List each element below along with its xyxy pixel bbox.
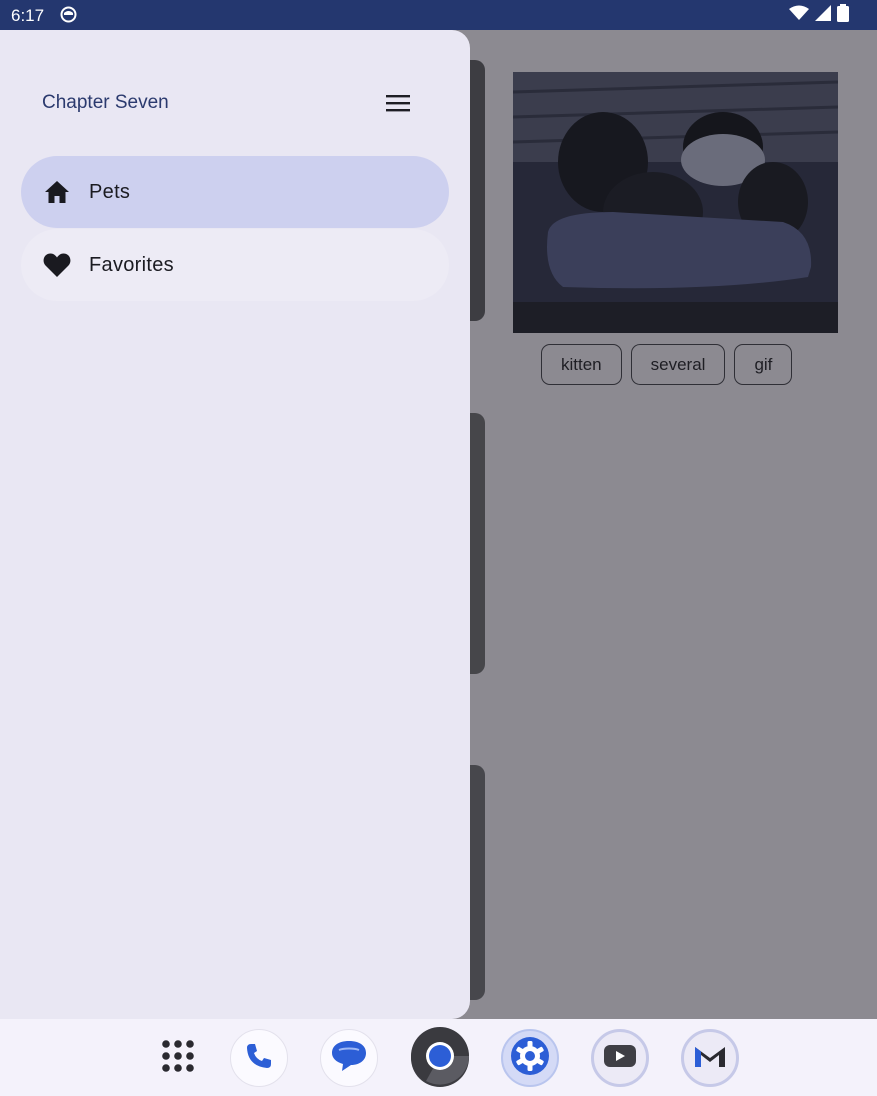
data-saver-icon (60, 6, 77, 23)
pet-image[interactable] (513, 72, 838, 333)
settings-icon (509, 1035, 551, 1082)
tag-chip[interactable]: kitten (541, 344, 622, 385)
drawer-item-favorites[interactable]: Favorites (21, 229, 449, 301)
status-icons (789, 3, 849, 27)
menu-button[interactable] (378, 85, 418, 125)
youtube-icon (603, 1043, 637, 1074)
battery-icon (837, 3, 849, 27)
chrome-icon (411, 1026, 469, 1090)
tag-chip[interactable]: gif (734, 344, 793, 385)
home-icon (43, 178, 71, 206)
phone-app-button[interactable] (230, 1029, 288, 1087)
gmail-icon (693, 1043, 727, 1074)
status-time: 6:17 (11, 6, 45, 25)
phone-icon (244, 1041, 274, 1076)
app-drawer-icon (160, 1038, 196, 1079)
drawer-item-pets[interactable]: Pets (21, 156, 449, 228)
drawer-item-label: Pets (89, 180, 131, 203)
gmail-app-button[interactable] (681, 1029, 739, 1087)
tag-chip[interactable]: several (630, 344, 726, 385)
tag-chips: kitten several gif (541, 344, 793, 385)
wifi-icon (789, 5, 809, 26)
messages-icon (330, 1039, 368, 1078)
navigation-drawer: Chapter Seven Pets Favorites (0, 30, 470, 1019)
status-bar: 6:17 (0, 0, 877, 30)
taskbar (0, 1019, 877, 1096)
menu-icon (386, 94, 410, 117)
drawer-title: Chapter Seven (42, 92, 169, 113)
chrome-app-button[interactable] (411, 1026, 469, 1090)
signal-icon (815, 4, 831, 26)
heart-icon (43, 251, 71, 279)
settings-app-button[interactable] (501, 1029, 559, 1087)
youtube-app-button[interactable] (591, 1029, 649, 1087)
app-drawer-button[interactable] (149, 1029, 207, 1087)
drawer-item-label: Favorites (89, 253, 174, 276)
messages-app-button[interactable] (320, 1029, 378, 1087)
